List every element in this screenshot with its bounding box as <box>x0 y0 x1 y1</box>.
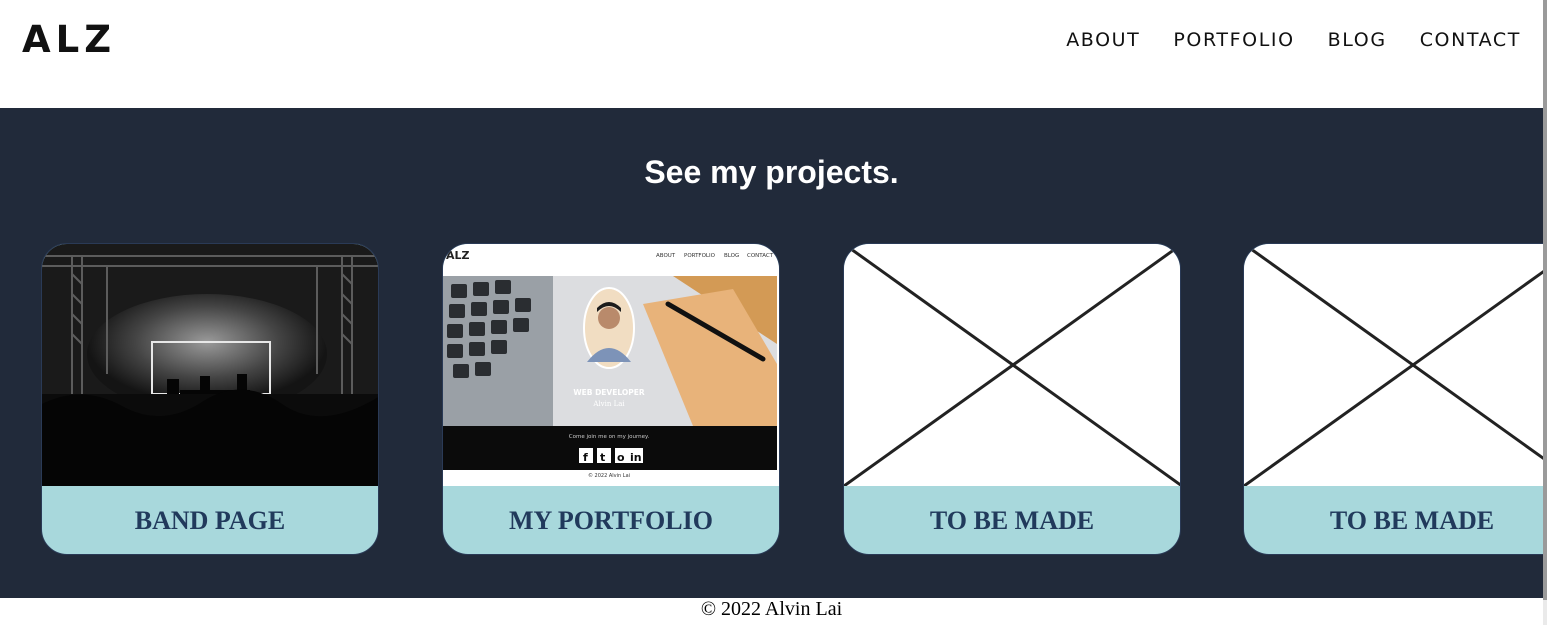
concert-stage-image <box>42 244 378 486</box>
project-card-to-be-made-1[interactable]: TO BE MADE <box>843 243 1181 555</box>
main-nav: ABOUT PORTFOLIO BLOG CONTACT <box>1066 29 1521 51</box>
preview-name: Alvin Lai <box>592 400 625 408</box>
preview-nav-item: PORTFOLIO <box>684 253 716 259</box>
svg-text:t: t <box>600 451 605 464</box>
card-title: TO BE MADE <box>1329 506 1495 535</box>
card-title: MY PORTFOLIO <box>509 506 713 535</box>
project-card-my-portfolio[interactable]: ALZ ABOUT PORTFOLIO BLOG CONTACT WEB DEV… <box>442 243 780 555</box>
preview-nav-item: BLOG <box>724 253 739 259</box>
svg-text:o: o <box>617 451 625 464</box>
portfolio-screenshot-image: ALZ ABOUT PORTFOLIO BLOG CONTACT WEB DEV… <box>443 244 779 486</box>
nav-link-blog[interactable]: BLOG <box>1328 29 1387 51</box>
card-title: BAND PAGE <box>134 506 286 535</box>
project-card-band-page[interactable]: BAND PAGE <box>41 243 379 555</box>
svg-text:f: f <box>583 451 588 464</box>
placeholder-x-image <box>1244 244 1543 486</box>
projects-section: See my projects. BAND PAGE ALZ ABOUT POR… <box>0 108 1543 598</box>
preview-nav-item: CONTACT <box>747 253 774 259</box>
preview-copyright: © 2022 Alvin Lai <box>588 472 630 479</box>
nav-link-portfolio[interactable]: PORTFOLIO <box>1173 29 1294 51</box>
card-title: TO BE MADE <box>929 506 1095 535</box>
site-footer-copyright: © 2022 Alvin Lai <box>700 598 843 620</box>
project-card-to-be-made-2[interactable]: TO BE MADE <box>1243 243 1543 555</box>
site-header: ALZ ABOUT PORTFOLIO BLOG CONTACT <box>0 0 1543 108</box>
nav-link-about[interactable]: ABOUT <box>1066 29 1140 51</box>
site-logo[interactable]: ALZ <box>22 18 116 61</box>
preview-title: WEB DEVELOPER <box>573 388 645 397</box>
placeholder-x-image <box>844 244 1180 486</box>
preview-logo: ALZ <box>446 249 470 262</box>
svg-text:in: in <box>630 451 642 464</box>
vertical-scrollbar[interactable] <box>1543 0 1547 625</box>
preview-footer-text: Come join me on my journey. <box>569 434 650 440</box>
preview-nav-item: ABOUT <box>656 253 676 259</box>
section-heading: See my projects. <box>644 154 899 190</box>
nav-link-contact[interactable]: CONTACT <box>1420 29 1521 51</box>
scrollbar-thumb[interactable] <box>1543 0 1547 600</box>
